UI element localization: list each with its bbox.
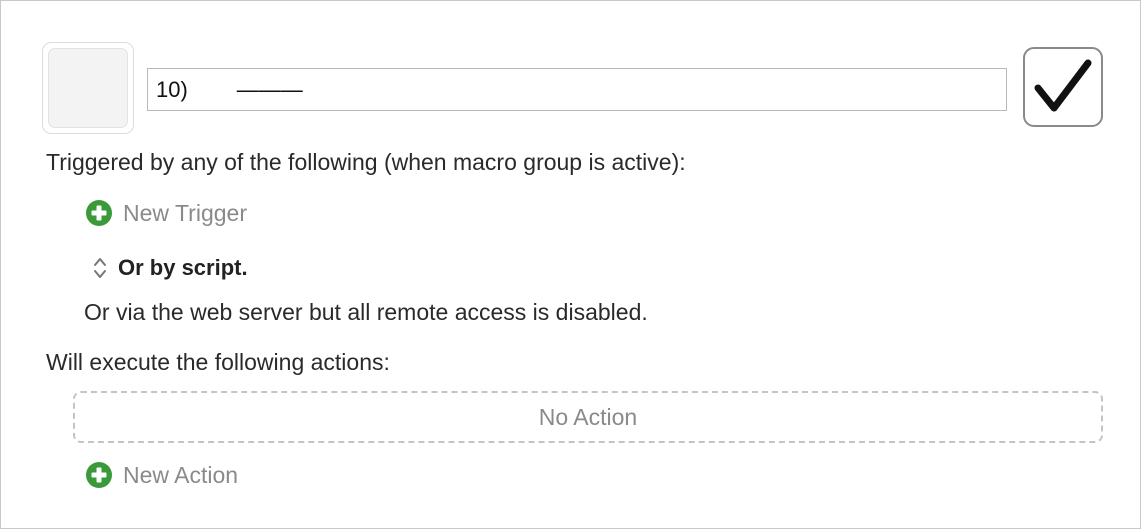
actions-heading: Will execute the following actions: — [46, 349, 390, 375]
script-trigger-label: Or by script. — [118, 255, 248, 280]
plus-circle-icon — [85, 461, 113, 489]
new-trigger-button[interactable]: New Trigger — [85, 199, 247, 227]
new-action-button[interactable]: New Action — [85, 461, 238, 489]
no-action-label: No Action — [538, 403, 638, 430]
new-trigger-label: New Trigger — [123, 199, 247, 226]
script-trigger-toggle[interactable]: Or by script. — [92, 255, 248, 281]
macro-name-field[interactable] — [147, 68, 1007, 111]
up-down-chevron-icon — [94, 258, 106, 278]
plus-circle-icon — [85, 199, 113, 227]
checkmark-icon — [1034, 59, 1092, 112]
no-action-placeholder: No Action — [73, 391, 1103, 443]
macro-editor-panel: Triggered by any of the following (when … — [0, 0, 1141, 529]
macro-icon-placeholder — [48, 48, 128, 128]
web-server-note: Or via the web server but all remote acc… — [84, 299, 648, 325]
triggers-heading: Triggered by any of the following (when … — [46, 149, 686, 175]
macro-icon-well[interactable] — [42, 42, 134, 134]
macro-enabled-checkbox[interactable] — [1023, 47, 1103, 127]
new-action-label: New Action — [123, 461, 239, 488]
